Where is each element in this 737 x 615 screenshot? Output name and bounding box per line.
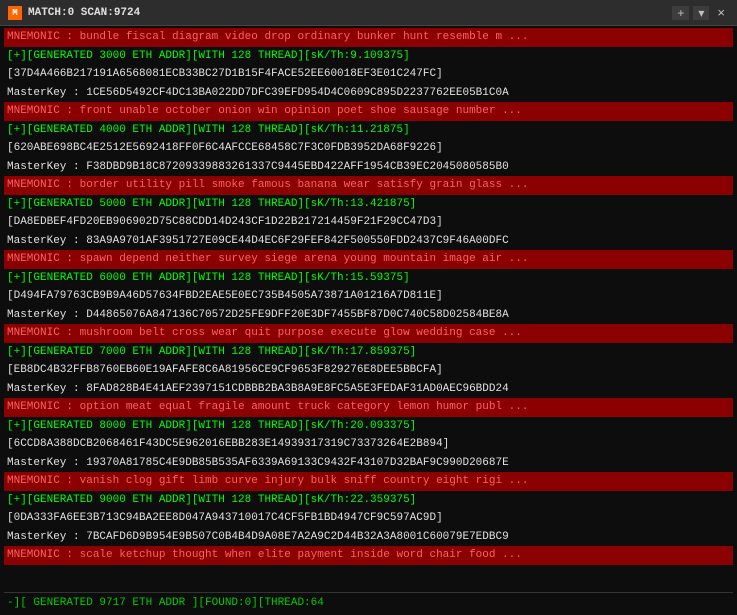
title-text: MATCH:0 SCAN:9724 (28, 7, 140, 19)
mnemonic-line: MNEMONIC : option meat equal fragile amo… (4, 398, 733, 417)
status-line: -][ GENERATED 9717 ETH ADDR ][FOUND:0][T… (4, 592, 733, 614)
entry-block: MNEMONIC : mushroom belt cross wear quit… (4, 324, 733, 398)
masterkey-line: MasterKey : 7BCAFD6D9B954E9B507C0B4B4D9A… (4, 528, 733, 547)
generated-line: [+][GENERATED 6000 ETH ADDR][WITH 128 TH… (4, 269, 733, 288)
generated-line: [+][GENERATED 9000 ETH ADDR][WITH 128 TH… (4, 491, 733, 510)
title-bar-left: M MATCH:0 SCAN:9724 (8, 6, 140, 20)
generated-line: [+][GENERATED 7000 ETH ADDR][WITH 128 TH… (4, 343, 733, 362)
entry-block: MNEMONIC : bundle fiscal diagram video d… (4, 28, 733, 102)
entry-block: MNEMONIC : front unable october onion wi… (4, 102, 733, 176)
entry-block: MNEMONIC : option meat equal fragile amo… (4, 398, 733, 472)
generated-line: [+][GENERATED 3000 ETH ADDR][WITH 128 TH… (4, 47, 733, 66)
mnemonic-line: MNEMONIC : bundle fiscal diagram video d… (4, 28, 733, 47)
mnemonic-line: MNEMONIC : vanish clog gift limb curve i… (4, 472, 733, 491)
generated-line: [+][GENERATED 8000 ETH ADDR][WITH 128 TH… (4, 417, 733, 436)
generated-line: [+][GENERATED 5000 ETH ADDR][WITH 128 TH… (4, 195, 733, 214)
title-bar: M MATCH:0 SCAN:9724 + ▾ × (0, 0, 737, 26)
title-bar-controls: + ▾ × (672, 5, 729, 20)
add-tab-button[interactable]: + (672, 6, 689, 20)
mnemonic-line: MNEMONIC : mushroom belt cross wear quit… (4, 324, 733, 343)
masterkey-line: MasterKey : F38DBD9B18C87209339883261337… (4, 158, 733, 177)
masterkey-line: MasterKey : D44865076A847136C70572D25FE9… (4, 306, 733, 325)
entry-block: MNEMONIC : vanish clog gift limb curve i… (4, 472, 733, 546)
addr-line: [DA8EDBEF4FD20EB906902D75C88CDD14D243CF1… (4, 213, 733, 232)
entry-block: MNEMONIC : spawn depend neither survey s… (4, 250, 733, 324)
addr-line: [37D4A466B217191A6568081ECB33BC27D1B15F4… (4, 65, 733, 84)
mnemonic-line: MNEMONIC : spawn depend neither survey s… (4, 250, 733, 269)
generated-line: [+][GENERATED 4000 ETH ADDR][WITH 128 TH… (4, 121, 733, 140)
mnemonic-line: MNEMONIC : border utility pill smoke fam… (4, 176, 733, 195)
masterkey-line: MasterKey : 83A9A9701AF3951727E09CE44D4E… (4, 232, 733, 251)
main-content: MNEMONIC : bundle fiscal diagram video d… (0, 26, 737, 615)
mnemonic-line: MNEMONIC : front unable october onion wi… (4, 102, 733, 121)
masterkey-line: MasterKey : 8FAD828B4E41AEF2397151CDBBB2… (4, 380, 733, 399)
addr-line: [620ABE698BC4E2512E5692418FF0F6C4AFCCE68… (4, 139, 733, 158)
addr-line: [0DA333FA6EE3B713C94BA2EE8D047A943710017… (4, 509, 733, 528)
entry-block: MNEMONIC : border utility pill smoke fam… (4, 176, 733, 250)
close-button[interactable]: × (713, 5, 729, 20)
addr-line: [D494FA79763CB9B9A46D57634FBD2EAE5E0EC73… (4, 287, 733, 306)
app-icon: M (8, 6, 22, 20)
addr-line: [EB8DC4B32FFB8760EB60E19AFAFE8C6A81956CE… (4, 361, 733, 380)
masterkey-line: MasterKey : 19370A81785C4E9DB85B535AF633… (4, 454, 733, 473)
addr-line: [6CCD8A388DCB2068461F43DC5E962016EBB283E… (4, 435, 733, 454)
tab-arrow-button[interactable]: ▾ (693, 6, 709, 20)
mnemonic-line: MNEMONIC : scale ketchup thought when el… (4, 546, 733, 565)
masterkey-line: MasterKey : 1CE56D5492CF4DC13BA022DD7DFC… (4, 84, 733, 103)
entry-block: MNEMONIC : scale ketchup thought when el… (4, 546, 733, 565)
